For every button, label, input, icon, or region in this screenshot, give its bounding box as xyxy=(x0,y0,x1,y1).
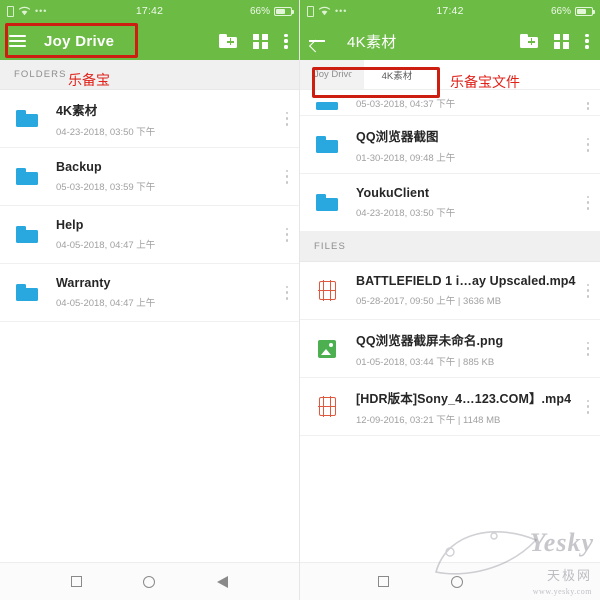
android-nav-bar xyxy=(0,562,299,600)
folder-icon xyxy=(14,168,40,185)
list-item-text: Help 04-05-2018, 04:47 上午 xyxy=(56,218,277,251)
left-app-bar: Joy Drive xyxy=(0,22,299,60)
row-overflow-icon[interactable] xyxy=(586,341,590,356)
recents-button[interactable] xyxy=(70,576,82,587)
list-item-text: QQ浏览器截图 01-30-2018, 09:48 上午 xyxy=(356,126,578,164)
list-item-title: [HDR版本]Sony_4…123.COM】.mp4 xyxy=(356,391,572,406)
hamburger-icon[interactable] xyxy=(9,35,26,47)
annotation-label-lebeibao-files: 乐备宝文件 xyxy=(450,75,520,91)
page-title: 4K素材 xyxy=(347,33,397,51)
list-item-title: 4K素材 xyxy=(56,103,98,118)
row-overflow-icon[interactable] xyxy=(285,111,289,126)
list-item-title: BATTLEFIELD 1 i…ay Upscaled.mp4 xyxy=(356,274,576,288)
battery-icon xyxy=(274,6,294,16)
list-item-meta: 04-23-2018, 03:50 下午 xyxy=(356,208,456,219)
row-overflow-icon[interactable] xyxy=(586,399,590,414)
back-arrow-icon[interactable] xyxy=(309,34,327,48)
list-item-meta: 01-05-2018, 03:44 下午 | 885 KB xyxy=(356,356,495,368)
list-item[interactable]: Warranty 04-05-2018, 04:47 上午 xyxy=(0,264,299,322)
list-item-text: QQ浏览器截屏未命名.png 01-05-2018, 03:44 下午 | 88… xyxy=(356,330,578,368)
list-item-text: [HDR版本]Sony_4…123.COM】.mp4 12-09-2016, 0… xyxy=(356,388,578,426)
annotation-label-lebeibao: 乐备宝 xyxy=(68,73,110,89)
grid-view-icon[interactable] xyxy=(554,33,569,49)
breadcrumb-item-root[interactable]: Joy Drive xyxy=(300,60,364,89)
list-item[interactable]: QQ浏览器截屏未命名.png 01-05-2018, 03:44 下午 | 88… xyxy=(300,320,600,378)
overflow-menu-icon[interactable] xyxy=(585,33,589,49)
row-overflow-icon[interactable] xyxy=(586,102,590,110)
recents-button[interactable] xyxy=(378,576,389,587)
breadcrumb-item-current[interactable]: 4K素材 xyxy=(363,60,423,89)
status-bar: ••• 17:42 66% xyxy=(300,0,600,22)
list-item[interactable]: QQ浏览器截图 01-30-2018, 09:48 上午 xyxy=(300,116,600,174)
status-bar-right-icons: 66% xyxy=(550,5,595,17)
list-item-partial[interactable]: 05-03-2018, 04:37 下午 xyxy=(300,90,600,116)
folder-icon xyxy=(314,102,340,110)
video-file-icon xyxy=(314,280,340,301)
files-section-header: FILES xyxy=(300,232,600,262)
list-item[interactable]: 4K素材 04-23-2018, 03:50 下午 xyxy=(0,90,299,148)
dual-screenshot-container: ••• 17:42 66% Joy Drive FOLDERS 4K素材 04-… xyxy=(0,0,600,600)
list-item-title: QQ浏览器截屏未命名.png xyxy=(356,333,504,348)
row-overflow-icon[interactable] xyxy=(285,227,289,242)
home-button[interactable] xyxy=(143,575,156,588)
battery-percent-label: 66% xyxy=(550,5,571,17)
row-overflow-icon[interactable] xyxy=(586,137,590,152)
status-bar-right-icons: 66% xyxy=(249,5,294,17)
android-nav-bar xyxy=(300,562,600,600)
row-overflow-icon[interactable] xyxy=(285,169,289,184)
list-item[interactable]: YoukuClient 04-23-2018, 03:50 下午 xyxy=(300,174,600,232)
list-item-text: Backup 05-03-2018, 03:59 下午 xyxy=(56,160,277,193)
list-item-title: Help xyxy=(56,218,84,232)
left-app-bar-actions xyxy=(219,33,290,49)
list-item-text: 4K素材 04-23-2018, 03:50 下午 xyxy=(56,100,277,138)
list-item-meta: 04-23-2018, 03:50 下午 xyxy=(56,126,156,138)
right-file-list[interactable]: 05-03-2018, 04:37 下午 QQ浏览器截图 01-30-2018,… xyxy=(300,90,600,562)
list-item[interactable]: Backup 05-03-2018, 03:59 下午 xyxy=(0,148,299,206)
list-item[interactable]: BATTLEFIELD 1 i…ay Upscaled.mp4 05-28-20… xyxy=(300,262,600,320)
list-item[interactable]: [HDR版本]Sony_4…123.COM】.mp4 12-09-2016, 0… xyxy=(300,378,600,436)
right-phone-screen: ••• 17:42 66% 4K素材 Joy Drive 4K素材 05-03-… xyxy=(300,0,600,600)
folder-icon xyxy=(314,194,340,211)
list-item-title: QQ浏览器截图 xyxy=(356,129,439,144)
right-app-bar: 4K素材 xyxy=(300,22,600,60)
new-folder-icon[interactable] xyxy=(219,34,237,48)
row-overflow-icon[interactable] xyxy=(285,285,289,300)
status-bar: ••• 17:42 66% xyxy=(0,0,299,22)
list-item-meta: 04-05-2018, 04:47 上午 xyxy=(56,240,156,251)
video-file-icon xyxy=(314,396,340,417)
list-item-text: Warranty 04-05-2018, 04:47 上午 xyxy=(56,276,277,309)
new-folder-icon[interactable] xyxy=(520,34,538,48)
overflow-menu-icon[interactable] xyxy=(284,33,288,49)
battery-icon xyxy=(575,6,595,16)
list-item[interactable]: Help 04-05-2018, 04:47 上午 xyxy=(0,206,299,264)
battery-percent-label: 66% xyxy=(249,5,270,17)
list-item-text: 05-03-2018, 04:37 下午 xyxy=(356,96,578,110)
list-item-text: YoukuClient 04-23-2018, 03:50 下午 xyxy=(356,186,578,219)
right-app-bar-actions xyxy=(520,33,591,49)
folders-section-header: FOLDERS xyxy=(0,60,299,90)
list-item-title: Backup xyxy=(56,160,102,174)
list-item-text: BATTLEFIELD 1 i…ay Upscaled.mp4 05-28-20… xyxy=(356,274,578,307)
left-folder-list[interactable]: 4K素材 04-23-2018, 03:50 下午 Backup 05-03-2… xyxy=(0,90,299,562)
list-item-meta: 05-03-2018, 04:37 下午 xyxy=(356,99,456,110)
list-item-meta: 12-09-2016, 03:21 下午 | 1148 MB xyxy=(356,414,501,426)
list-item-meta: 05-28-2017, 09:50 上午 | 3636 MB xyxy=(356,296,502,307)
page-title: Joy Drive xyxy=(44,32,115,50)
grid-view-icon[interactable] xyxy=(253,33,268,49)
row-overflow-icon[interactable] xyxy=(586,283,590,298)
folder-icon xyxy=(14,226,40,243)
list-item-meta: 04-05-2018, 04:47 上午 xyxy=(56,298,156,309)
folder-icon xyxy=(14,284,40,301)
home-button[interactable] xyxy=(451,575,463,588)
back-button[interactable] xyxy=(217,575,229,588)
folder-icon xyxy=(314,136,340,153)
left-phone-screen: ••• 17:42 66% Joy Drive FOLDERS 4K素材 04-… xyxy=(0,0,300,600)
list-item-title: YoukuClient xyxy=(356,186,430,200)
list-item-meta: 05-03-2018, 03:59 下午 xyxy=(56,182,156,193)
image-file-icon xyxy=(314,339,340,358)
row-overflow-icon[interactable] xyxy=(586,195,590,210)
folder-icon xyxy=(14,110,40,127)
list-item-meta: 01-30-2018, 09:48 上午 xyxy=(356,152,456,164)
list-item-title: Warranty xyxy=(56,276,111,290)
